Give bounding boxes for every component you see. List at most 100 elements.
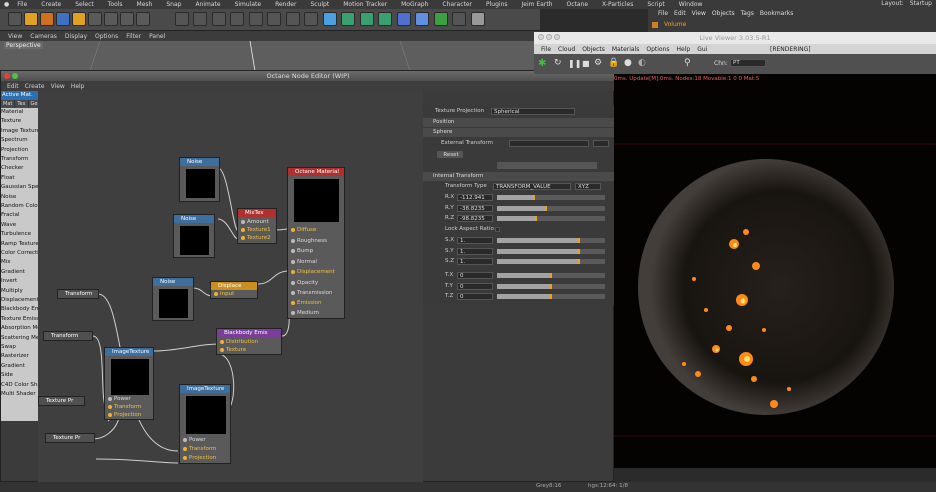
slider-handle[interactable] [550,294,552,299]
toolbar-button[interactable] [267,12,281,26]
noise-node-1[interactable]: Noise [179,157,220,202]
toolbar-button[interactable] [174,12,189,26]
toolbar-button[interactable] [56,12,70,26]
node-canvas[interactable]: Noise Noise Noise MixTex Amount Texture1… [38,91,423,483]
menu-item[interactable]: Script [647,1,664,8]
pin-transmission[interactable]: Transmission [291,290,333,296]
transform-node-1[interactable]: Transform [57,289,99,299]
node-library-item[interactable]: Checker [1,164,38,172]
viewport-menu-item[interactable]: View [8,33,22,40]
stop-icon[interactable]: ■ [582,59,590,68]
layout-item[interactable]: Layout: [881,0,903,7]
toolbar-button[interactable] [211,12,226,26]
toolbar-button[interactable] [193,12,207,26]
toolbar-button[interactable] [359,12,374,26]
live-viewer-menu-item[interactable]: Help [677,46,691,53]
slider-handle[interactable] [550,283,552,289]
menu-item[interactable]: Octane [567,1,589,8]
noise-node-3[interactable]: Noise [152,277,194,321]
blackbody-emission-node[interactable]: Blackbody Emis Distribution Texture [216,328,282,355]
objects-menu-item[interactable]: View [692,10,706,19]
menu-item[interactable]: Sculpt [310,1,329,8]
axis-value-field[interactable]: 1. [457,247,493,255]
node-library-item[interactable]: Float [1,174,38,182]
toolbar-button[interactable] [470,12,485,26]
toolbar-button[interactable] [433,12,448,26]
transform-type-dropdown[interactable]: TRANSFORM_VALUE [493,183,571,190]
transform-node-2[interactable]: Transform [43,331,93,341]
node-library-item[interactable]: Multi Shader [1,390,38,398]
lock-aspect-checkbox[interactable] [495,227,500,232]
node-editor-menu-item[interactable]: Help [71,83,85,90]
pin-projection[interactable]: Projection [182,455,216,461]
live-viewer-menu-item[interactable]: Gui [697,46,707,53]
node-library-item[interactable]: Invert [1,277,38,285]
menu-item[interactable]: MoGraph [401,1,428,8]
pause-icon[interactable]: ❚❚ [568,59,581,68]
material-icon[interactable]: ◐ [638,58,646,68]
menu-item[interactable]: Select [75,1,94,8]
object-row[interactable]: Volume [652,21,792,30]
objects-menu-item[interactable]: Edit [674,10,686,19]
menu-item[interactable]: Simulate [235,1,262,8]
channel-dropdown[interactable]: PT [730,59,766,67]
slider-handle[interactable] [550,273,552,278]
pin-projection[interactable]: Projection [107,412,141,418]
sphere-section[interactable]: Sphere [423,128,615,137]
slider-handle[interactable] [532,195,535,200]
pin-emission[interactable]: Emission [290,300,321,306]
axis-value-field[interactable]: -98.8235 [457,215,493,222]
toolbar-button[interactable] [72,12,86,26]
texture-projection-node-2[interactable]: Texture Pr [45,433,95,443]
pin-icon[interactable]: ⚲ [684,58,691,68]
toolbar-button[interactable] [120,12,134,26]
node-library-item[interactable]: Transform [1,155,38,163]
position-section[interactable]: Position [423,118,615,127]
menu-item[interactable]: Animate [195,1,220,8]
apple-icon[interactable]: ● [4,1,9,8]
gear-icon[interactable]: ✱ [538,58,546,69]
node-library-item[interactable]: C4D Color Shader [1,381,38,389]
viewport-menu-item[interactable]: Panel [149,33,165,40]
toolbar-button[interactable] [8,12,22,26]
node-library-item[interactable]: Projection [1,146,38,154]
node-editor-menu-item[interactable]: View [51,83,65,90]
node-library-item[interactable]: Gaussian Spectrum [1,183,38,191]
octane-material-node[interactable]: Octane Material Diffuse Roughness Bump N… [287,167,345,319]
viewport-menu-item[interactable]: Options [95,33,118,40]
toolbar-button[interactable] [396,12,411,26]
layout-item[interactable]: Startup [910,0,932,7]
pin-texture2[interactable]: Texture2 [241,235,271,241]
external-transform-browse[interactable] [593,140,609,147]
toolbar-button[interactable] [104,12,118,26]
node-library-item[interactable]: Absorption Medium [1,324,38,332]
image-texture-node-2[interactable]: ImageTexture Power Transform Projection [179,384,231,464]
mixtex-node[interactable]: MixTex Amount Texture1 Texture2 [237,208,277,244]
toolbar-button[interactable] [322,12,337,26]
toolbar-button[interactable] [230,12,244,26]
pin-roughness[interactable]: Roughness [290,238,327,244]
axis-slider[interactable] [497,248,605,254]
toolbar-button[interactable] [452,12,466,26]
menu-item[interactable]: Motion Tracker [343,1,387,8]
node-library-item[interactable]: Spectrum [1,136,38,144]
toolbar-button[interactable] [88,12,102,26]
menu-item[interactable]: Render [275,1,296,8]
pin-texture[interactable]: Texture [219,347,246,353]
menu-item[interactable]: X-Particles [602,1,633,8]
toolbar-button[interactable] [341,12,355,26]
menu-item[interactable]: Jeim Earth [522,1,553,8]
live-viewer-menu-item[interactable]: Objects [582,46,605,53]
axis-slider[interactable] [497,283,605,289]
node-library-item[interactable]: Swap [1,343,38,351]
viewport-menu-item[interactable]: Display [65,33,87,40]
axis-slider[interactable] [497,205,605,211]
category-tab[interactable]: Tex [15,100,29,108]
node-library-item[interactable]: Ramp Texture [1,240,38,248]
node-editor-menu-item[interactable]: Edit [7,83,19,90]
axis-value-field[interactable]: 0 [457,272,493,279]
node-editor-menu-item[interactable]: Create [25,83,45,90]
link-field[interactable] [497,162,597,169]
internal-transform-section[interactable]: Internal Transform [423,172,615,181]
menu-item[interactable]: Create [41,1,61,8]
